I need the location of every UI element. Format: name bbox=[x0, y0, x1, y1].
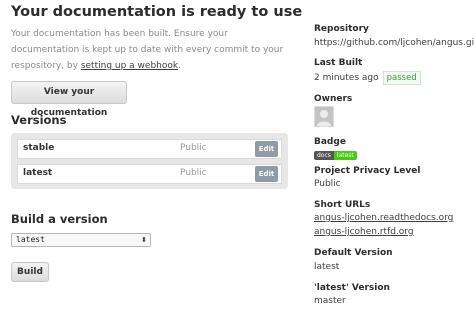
versions-panel: stable Public Edit latest Public Edit bbox=[11, 133, 288, 189]
build-button[interactable]: Build bbox=[11, 262, 49, 282]
short-url-link[interactable]: angus-ljcohen.rtfd.org bbox=[314, 227, 474, 237]
version-name: stable bbox=[23, 143, 55, 153]
docs-badge[interactable]: docs latest bbox=[314, 151, 357, 160]
version-row: latest Public Edit bbox=[17, 164, 282, 184]
view-documentation-button[interactable]: View your documentation bbox=[11, 81, 127, 118]
versions-title: Versions bbox=[11, 113, 67, 127]
edit-version-button[interactable]: Edit bbox=[255, 141, 278, 157]
privacy-level-value: Public bbox=[314, 179, 341, 189]
default-version-value: latest bbox=[314, 262, 340, 272]
privacy-level-label: Project Privacy Level bbox=[314, 166, 421, 176]
last-built-label: Last Built bbox=[314, 58, 363, 68]
repository-url: https://github.com/ljcohen/angus.git bbox=[314, 38, 474, 48]
last-built-value: 2 minutes ago bbox=[314, 73, 379, 83]
latest-version-value: master bbox=[314, 296, 346, 306]
user-silhouette-icon bbox=[315, 107, 333, 126]
status-badge: passed bbox=[382, 71, 421, 85]
badge-right-text: latest bbox=[333, 151, 357, 160]
owner-avatar[interactable] bbox=[314, 106, 334, 127]
short-urls-label: Short URLs bbox=[314, 200, 371, 210]
version-row: stable Public Edit bbox=[17, 139, 282, 159]
last-built-row: 2 minutes ago passed bbox=[314, 71, 474, 85]
version-name: latest bbox=[23, 168, 53, 178]
select-arrows-icon: ⬍ bbox=[141, 236, 147, 244]
badge-label: Badge bbox=[314, 137, 346, 147]
badge-left-text: docs bbox=[314, 151, 334, 160]
version-privacy: Public bbox=[180, 168, 207, 178]
version-select[interactable]: latest ⬍ bbox=[11, 233, 151, 247]
short-url-link[interactable]: angus-ljcohen.readthedocs.org bbox=[314, 213, 474, 223]
version-select-value: latest bbox=[16, 235, 45, 244]
page-title: Your documentation is ready to use bbox=[11, 4, 303, 20]
intro-text: Your documentation has been built. Ensur… bbox=[11, 26, 291, 74]
repository-label: Repository bbox=[314, 24, 369, 34]
latest-version-label: 'latest' Version bbox=[314, 283, 390, 293]
build-version-title: Build a version bbox=[11, 212, 108, 226]
default-version-label: Default Version bbox=[314, 248, 393, 258]
intro-text-end: . bbox=[178, 61, 181, 71]
version-privacy: Public bbox=[180, 143, 207, 153]
owners-label: Owners bbox=[314, 94, 353, 104]
webhook-link[interactable]: setting up a webhook bbox=[81, 61, 178, 71]
edit-version-button[interactable]: Edit bbox=[255, 166, 278, 182]
